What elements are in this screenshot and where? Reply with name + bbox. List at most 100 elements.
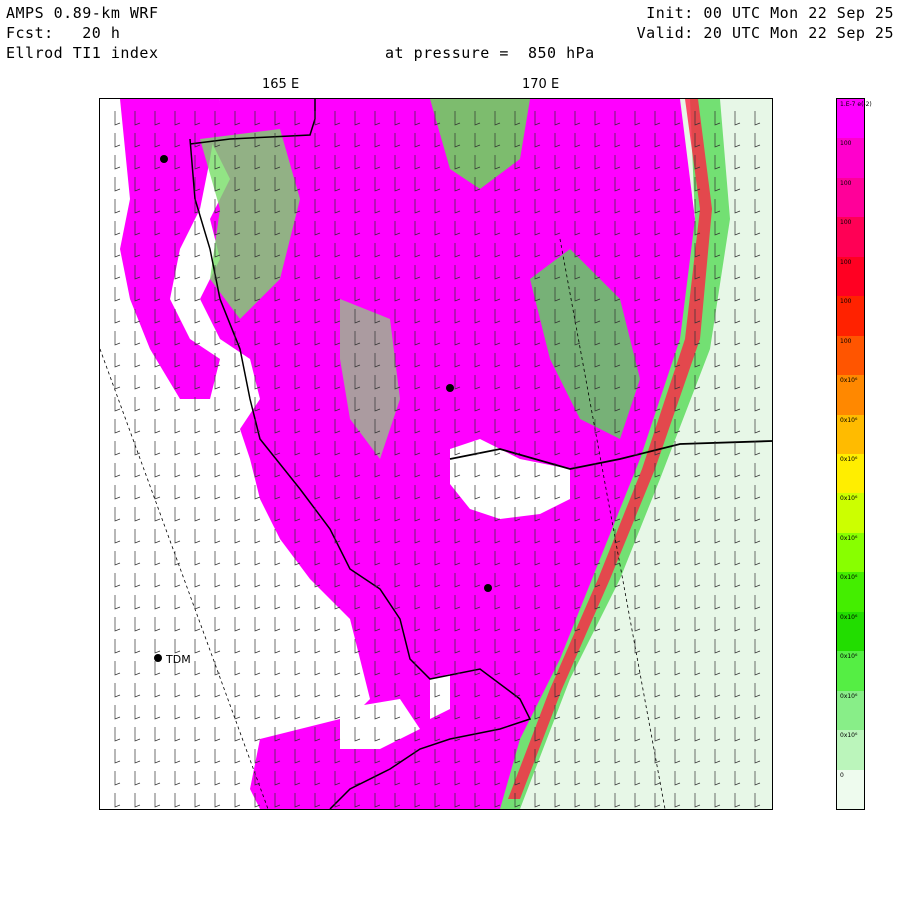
wind-barb (114, 375, 121, 390)
pressure-line: at pressure = 850 hPa (385, 44, 595, 62)
wind-barb (234, 529, 241, 544)
wind-barb (294, 661, 301, 676)
wind-barb (134, 463, 141, 478)
wind-barb (114, 573, 121, 588)
wind-barb (234, 793, 241, 808)
wind-barb (334, 683, 341, 698)
wind-barb (194, 221, 201, 236)
wind-barb (114, 287, 121, 302)
wind-barb (114, 507, 121, 522)
colorbar-label: 0x10⁶ (840, 456, 858, 463)
wind-barb (114, 441, 121, 456)
wind-barb (174, 705, 181, 720)
wind-barb (194, 441, 201, 456)
wind-barb (134, 353, 141, 368)
wind-barb (214, 661, 221, 676)
wind-barb (334, 661, 341, 676)
valid-time: Valid: 20 UTC Mon 22 Sep 25 (636, 24, 894, 42)
wind-barb (114, 397, 121, 412)
wind-barb (114, 331, 121, 346)
wind-barb (194, 507, 201, 522)
wind-barb (214, 617, 221, 632)
map-svg: TDM (100, 99, 772, 809)
wind-barb (154, 661, 161, 676)
station-marker-3 (484, 584, 492, 592)
wind-barb (234, 705, 241, 720)
station-marker-2 (446, 384, 454, 392)
wind-barb (294, 595, 301, 610)
wind-barb (214, 573, 221, 588)
wind-barb (214, 529, 221, 544)
wind-barb (134, 727, 141, 742)
wind-barb (234, 573, 241, 588)
wind-barb (154, 771, 161, 786)
wind-barb (114, 705, 121, 720)
init-time: Init: 00 UTC Mon 22 Sep 25 (646, 4, 894, 22)
wind-barb (154, 595, 161, 610)
colorbar-label: 0x10⁶ (840, 534, 858, 542)
wind-barb (274, 661, 281, 676)
wind-barb (294, 705, 301, 720)
colorbar-label: 100 (840, 179, 852, 187)
wind-barb (194, 683, 201, 698)
colorbar-label: 100 (840, 219, 852, 227)
wind-barb (134, 771, 141, 786)
wind-barb (194, 661, 201, 676)
wind-barb (154, 551, 161, 566)
wind-barb (194, 573, 201, 588)
wind-barb (174, 573, 181, 588)
wind-barb (234, 507, 241, 522)
wind-barb (234, 749, 241, 764)
colorbar-label: 100 (840, 337, 852, 345)
wind-barb (274, 683, 281, 698)
colorbar-label: 0x10⁶ (840, 653, 858, 661)
wind-barb (174, 793, 181, 808)
wind-barb (174, 463, 181, 478)
wind-barb (174, 287, 181, 302)
station-label-tdm: TDM (165, 653, 191, 666)
wind-barb (214, 727, 221, 742)
domain-boundary-west (100, 348, 269, 809)
wind-barb (134, 617, 141, 632)
wind-barb (214, 463, 221, 478)
wind-barb (254, 705, 261, 720)
wind-barb (314, 683, 321, 698)
wind-barb (274, 573, 281, 588)
wind-barb (214, 793, 221, 808)
wind-barb (194, 485, 201, 500)
wind-barb (154, 485, 161, 500)
wind-barb (274, 595, 281, 610)
wind-barb (174, 397, 181, 412)
wind-barb (314, 595, 321, 610)
wind-barb (214, 683, 221, 698)
wind-barb (254, 639, 261, 654)
wind-barb (194, 287, 201, 302)
wind-barb (214, 551, 221, 566)
wind-barb (154, 441, 161, 456)
wind-barb (354, 661, 361, 676)
wind-barb (314, 617, 321, 632)
wind-barb (194, 419, 201, 434)
pressure-value: 850 hPa (527, 44, 595, 62)
wind-barb (114, 463, 121, 478)
wind-barb (154, 375, 161, 390)
wind-barb (194, 639, 201, 654)
wind-barb (294, 683, 301, 698)
wind-barb (134, 749, 141, 764)
colorbar-label: 1.E-7 e(-2) (840, 101, 872, 108)
wind-barb (134, 485, 141, 500)
wind-barb (214, 595, 221, 610)
wind-barb (194, 705, 201, 720)
wind-barb (294, 617, 301, 632)
wind-barb (134, 331, 141, 346)
wind-barb (174, 551, 181, 566)
wind-barb (154, 727, 161, 742)
wind-barb (294, 573, 301, 588)
wind-barb (294, 639, 301, 654)
wind-barb (334, 639, 341, 654)
wind-barb (194, 749, 201, 764)
wind-barb (114, 177, 121, 192)
wind-barb (254, 507, 261, 522)
wind-barb (154, 463, 161, 478)
wind-barb (114, 661, 121, 676)
